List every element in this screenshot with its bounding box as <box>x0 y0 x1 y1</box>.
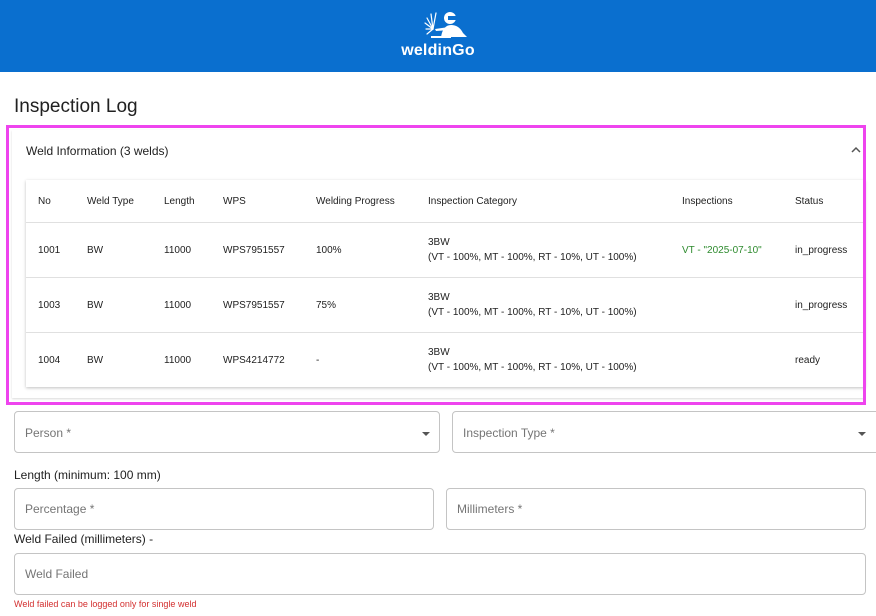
selection-highlight <box>6 125 866 405</box>
millimeters-input[interactable]: Millimeters * <box>446 488 866 530</box>
dropdown-arrow-icon <box>422 432 430 436</box>
weld-failed-placeholder: Weld Failed <box>25 567 89 581</box>
person-placeholder: Person * <box>25 426 72 440</box>
weld-failed-input[interactable]: Weld Failed <box>14 553 866 595</box>
weld-failed-error: Weld failed can be logged only for singl… <box>14 599 197 609</box>
brand-name: weldinGo <box>401 42 475 59</box>
welder-icon <box>424 12 467 38</box>
brand-logo[interactable]: weldinGo <box>0 0 876 72</box>
percentage-placeholder: Percentage * <box>25 502 95 516</box>
weld-failed-label: Weld Failed (millimeters) - <box>14 532 154 546</box>
inspection-type-select[interactable]: Inspection Type * <box>452 411 876 453</box>
page-title: Inspection Log <box>14 96 138 117</box>
dropdown-arrow-icon <box>858 432 866 436</box>
millimeters-placeholder: Millimeters * <box>457 502 523 516</box>
inspection-type-placeholder: Inspection Type * <box>463 426 555 440</box>
percentage-input[interactable]: Percentage * <box>14 488 434 530</box>
length-label: Length (minimum: 100 mm) <box>14 468 161 482</box>
person-select[interactable]: Person * <box>14 411 440 453</box>
